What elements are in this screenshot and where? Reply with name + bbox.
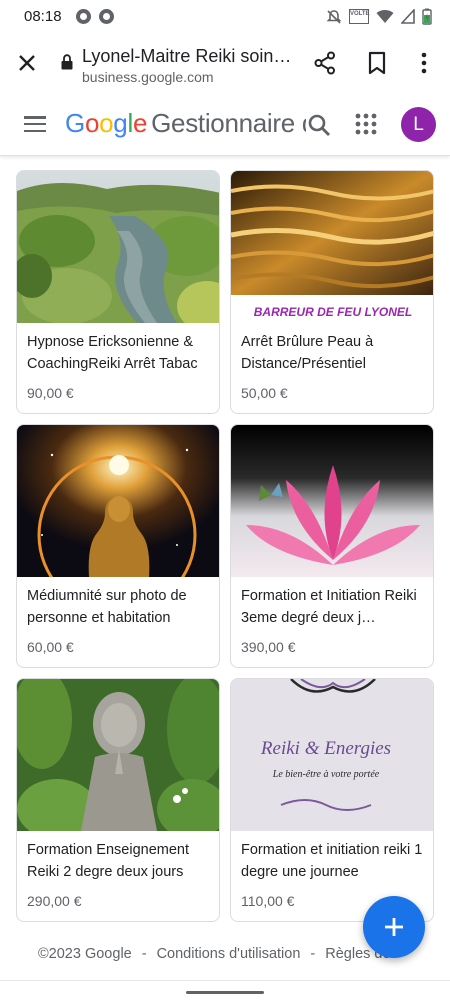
product-title[interactable]: Formation et Initiation Reiki 3eme degré… bbox=[241, 585, 427, 629]
close-icon[interactable] bbox=[14, 50, 40, 76]
product-title[interactable]: Formation Enseignement Reiki 2 degre deu… bbox=[27, 839, 213, 883]
volte-label: VOLTE bbox=[350, 11, 370, 17]
product-image[interactable]: Reiki & Energies Le bien-être à votre po… bbox=[231, 679, 433, 831]
status-time: 08:18 bbox=[24, 8, 62, 25]
plus-icon bbox=[385, 918, 403, 936]
product-price: 110,00 € bbox=[241, 893, 295, 909]
more-vert-icon[interactable] bbox=[414, 50, 434, 76]
image-caption: BARREUR DE FEU LYONEL bbox=[254, 305, 412, 319]
footer-separator: - bbox=[310, 946, 316, 962]
battery-charging-icon bbox=[422, 8, 432, 25]
product-image[interactable] bbox=[17, 171, 219, 323]
menu-icon[interactable] bbox=[24, 116, 46, 133]
footer-separator: - bbox=[141, 946, 147, 962]
page-title[interactable]: Lyonel-Maitre Reiki soins... bbox=[82, 46, 292, 67]
share-icon[interactable] bbox=[312, 50, 338, 76]
avatar-letter: L bbox=[413, 113, 424, 135]
product-title[interactable]: Arrêt Brûlure Peau à Distance/Présentiel bbox=[241, 331, 427, 375]
mute-icon bbox=[326, 9, 342, 24]
image-text: Le bien-être à votre portée bbox=[272, 769, 380, 780]
fire-water-photo: BARREUR DE FEU LYONEL bbox=[231, 171, 433, 323]
product-price: 290,00 € bbox=[27, 893, 82, 909]
stone-buddha-photo bbox=[17, 679, 219, 831]
product-card[interactable]: Formation Enseignement Reiki 2 degre deu… bbox=[16, 678, 220, 922]
logo-letter: o bbox=[84, 108, 100, 138]
product-image[interactable] bbox=[17, 425, 219, 577]
product-logo[interactable]: Google Gestionnaire d bbox=[65, 108, 316, 139]
image-text: Reiki & Energies bbox=[260, 738, 391, 759]
volte-icon: VOLTE bbox=[349, 9, 370, 24]
logo-letter: g bbox=[113, 108, 128, 138]
copyright-text: ©2023 Google bbox=[38, 946, 132, 962]
status-bar: 08:18 VOLTE bbox=[0, 0, 450, 34]
search-icon[interactable] bbox=[306, 112, 334, 140]
custom-tab-toolbar: Lyonel-Maitre Reiki soins... business.go… bbox=[0, 34, 450, 94]
reiki-energies-card-photo: Reiki & Energies Le bien-être à votre po… bbox=[231, 679, 433, 831]
product-name: Gestionnaire d bbox=[151, 108, 317, 138]
product-title[interactable]: Formation et initiation reiki 1 degre un… bbox=[241, 839, 427, 883]
lotus-flower-photo bbox=[231, 425, 433, 577]
status-right-icons: VOLTE bbox=[326, 8, 432, 25]
product-card[interactable]: Formation et Initiation Reiki 3eme degré… bbox=[230, 424, 434, 668]
lock-icon bbox=[61, 54, 73, 70]
product-price: 60,00 € bbox=[27, 639, 74, 655]
chrome-notification-icon bbox=[99, 9, 114, 24]
product-price: 50,00 € bbox=[241, 385, 288, 401]
chrome-notification-icon bbox=[76, 9, 91, 24]
page-footer: ©2023 Google - Conditions d'utilisation - Rè… bbox=[38, 946, 391, 962]
app-header: Google Gestionnaire d bbox=[0, 94, 450, 156]
wifi-icon bbox=[376, 10, 394, 23]
product-image[interactable]: BARREUR DE FEU LYONEL bbox=[231, 171, 433, 323]
product-card[interactable]: Reiki & Energies Le bien-être à votre po… bbox=[230, 678, 434, 922]
bookmark-icon[interactable] bbox=[366, 50, 388, 76]
product-title[interactable]: Médiumnité sur photo de personne et habi… bbox=[27, 585, 213, 629]
product-image[interactable] bbox=[17, 679, 219, 831]
product-card[interactable]: BARREUR DE FEU LYONEL Arrêt Brûlure Peau… bbox=[230, 170, 434, 414]
home-gesture-handle[interactable] bbox=[186, 991, 264, 994]
apps-grid-icon[interactable] bbox=[354, 112, 378, 136]
page-domain[interactable]: business.google.com bbox=[82, 69, 214, 85]
terms-link[interactable]: Conditions d'utilisation bbox=[157, 946, 301, 962]
product-price: 90,00 € bbox=[27, 385, 74, 401]
product-card[interactable]: Médiumnité sur photo de personne et habi… bbox=[16, 424, 220, 668]
product-card[interactable]: Hypnose Ericksonienne & CoachingReiki Ar… bbox=[16, 170, 220, 414]
logo-letter: e bbox=[132, 108, 148, 138]
add-product-button[interactable] bbox=[363, 896, 425, 958]
product-title[interactable]: Hypnose Ericksonienne & CoachingReiki Ar… bbox=[27, 331, 213, 375]
product-price: 390,00 € bbox=[241, 639, 296, 655]
status-left-icons bbox=[76, 9, 114, 24]
system-nav-bar bbox=[0, 980, 450, 1000]
logo-letter: G bbox=[65, 108, 85, 138]
account-avatar[interactable]: L bbox=[401, 107, 436, 142]
signal-icon bbox=[401, 9, 415, 24]
logo-letter: o bbox=[99, 108, 114, 138]
river-garden-photo bbox=[17, 171, 219, 323]
golden-buddha-photo bbox=[17, 425, 219, 577]
product-image[interactable] bbox=[231, 425, 433, 577]
